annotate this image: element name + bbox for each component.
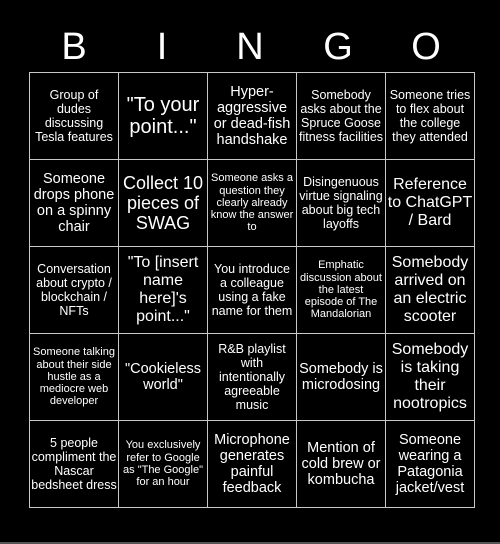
- bingo-row: Someone drops phone on a spinny chair Co…: [29, 159, 475, 247]
- bingo-cell[interactable]: 5 people compliment the Nascar bedsheet …: [29, 420, 119, 508]
- bingo-cell[interactable]: Somebody asks about the Spruce Goose fit…: [296, 72, 386, 160]
- bingo-cell[interactable]: Emphatic discussion about the latest epi…: [296, 246, 386, 334]
- bingo-cell[interactable]: "Cookieless world": [118, 333, 208, 421]
- bingo-cell[interactable]: Microphone generates painful feedback: [207, 420, 297, 508]
- bingo-cell[interactable]: Group of dudes discussing Tesla features: [29, 72, 119, 160]
- bingo-cell[interactable]: R&B playlist with intentionally agreeabl…: [207, 333, 297, 421]
- bingo-row: Someone talking about their side hustle …: [29, 333, 475, 421]
- bingo-cell[interactable]: Collect 10 pieces of SWAG: [118, 159, 208, 247]
- bingo-cell[interactable]: Somebody is microdosing: [296, 333, 386, 421]
- bingo-row: Conversation about crypto / blockchain /…: [29, 246, 475, 334]
- bingo-cell[interactable]: Someone talking about their side hustle …: [29, 333, 119, 421]
- bingo-cell[interactable]: You introduce a colleague using a fake n…: [207, 246, 297, 334]
- bingo-cell[interactable]: Somebody arrived on an electric scooter: [385, 246, 475, 334]
- bingo-cell[interactable]: Someone asks a question they clearly alr…: [207, 159, 297, 247]
- header-letter-b: B: [61, 26, 87, 68]
- bingo-cell[interactable]: "To [insert name here]'s point...": [118, 246, 208, 334]
- header-letter-n: N: [236, 26, 264, 68]
- bingo-row: Group of dudes discussing Tesla features…: [29, 72, 475, 160]
- bingo-cell[interactable]: You exclusively refer to Google as "The …: [118, 420, 208, 508]
- header-letter-i: I: [156, 26, 168, 68]
- bingo-cell[interactable]: "To your point...": [118, 72, 208, 160]
- bingo-cell[interactable]: Disingenuous virtue signaling about big …: [296, 159, 386, 247]
- bingo-cell[interactable]: Reference to ChatGPT / Bard: [385, 159, 475, 247]
- bingo-cell[interactable]: Someone drops phone on a spinny chair: [29, 159, 119, 247]
- bingo-cell[interactable]: Someone wearing a Patagonia jacket/vest: [385, 420, 475, 508]
- bingo-cell[interactable]: Somebody is taking their nootropics: [385, 333, 475, 421]
- header-letter-o: O: [411, 26, 441, 68]
- bingo-row: 5 people compliment the Nascar bedsheet …: [29, 420, 475, 508]
- bingo-cell[interactable]: Hyper-aggressive or dead-fish handshake: [207, 72, 297, 160]
- bingo-header: B I N G O: [30, 22, 470, 72]
- bingo-cell[interactable]: Someone tries to flex about the college …: [385, 72, 475, 160]
- bingo-cell[interactable]: Conversation about crypto / blockchain /…: [29, 246, 119, 334]
- header-letter-g: G: [323, 26, 353, 68]
- bingo-card: Group of dudes discussing Tesla features…: [29, 72, 475, 508]
- bingo-cell[interactable]: Mention of cold brew or kombucha: [296, 420, 386, 508]
